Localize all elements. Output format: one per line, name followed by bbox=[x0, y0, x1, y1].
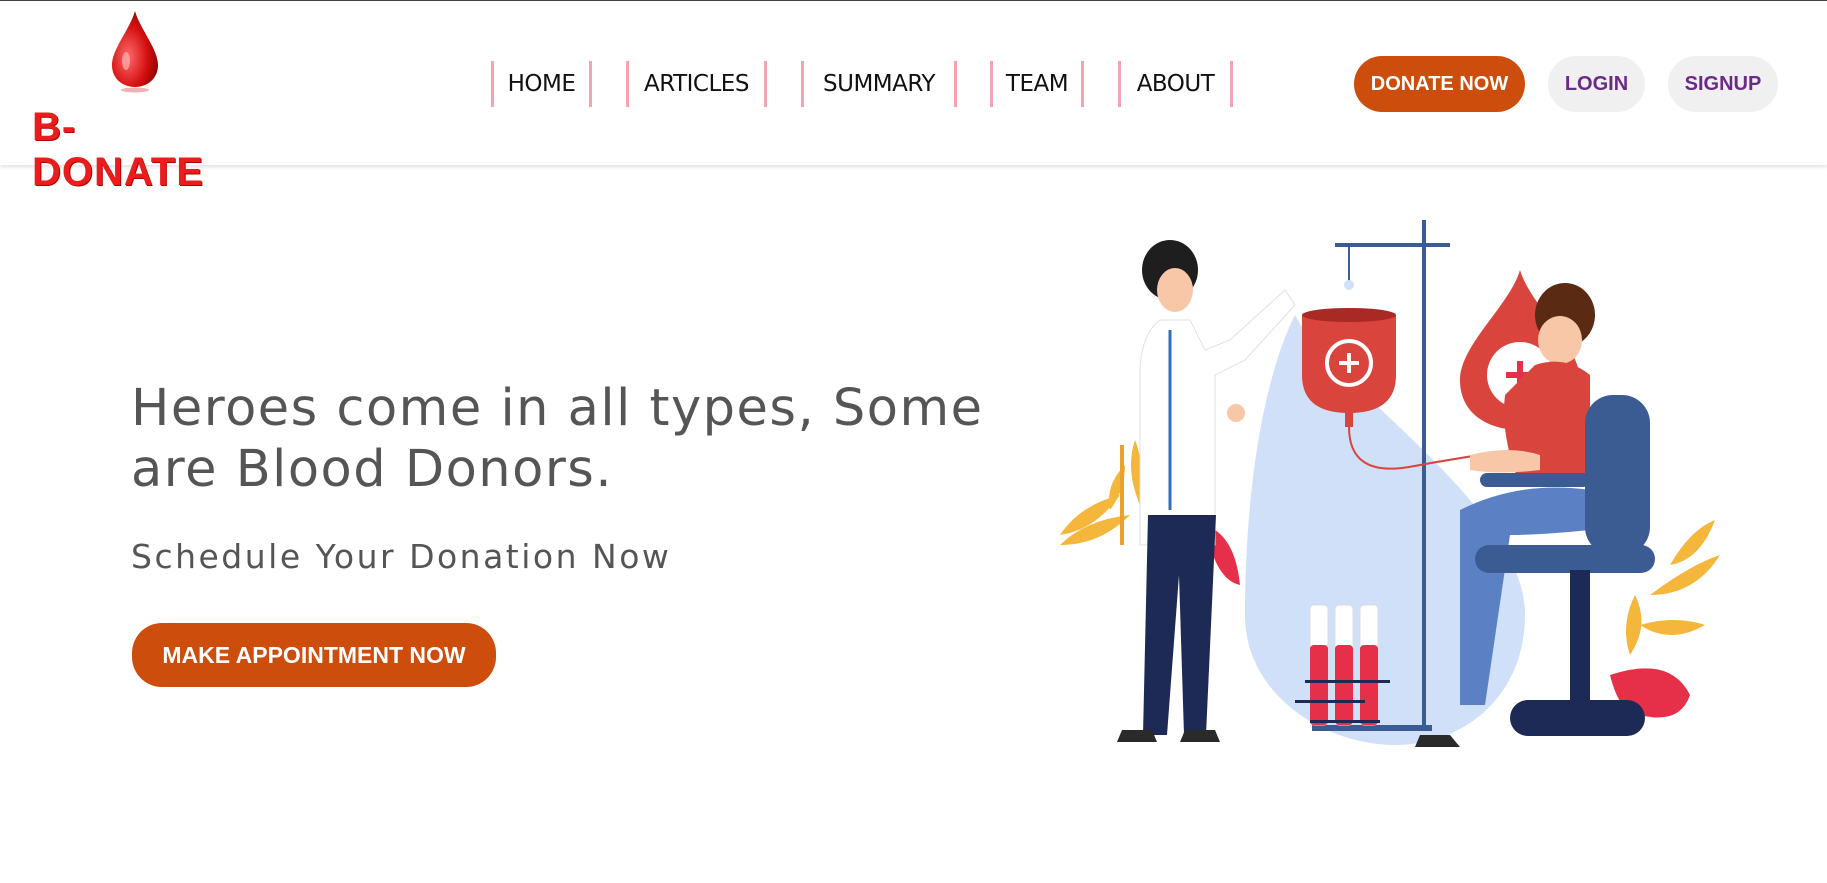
brand-name: B-DONATE bbox=[32, 105, 204, 194]
donate-now-button[interactable]: DONATE NOW bbox=[1354, 56, 1525, 112]
hero-heading-line2: are Blood Donors. bbox=[131, 440, 614, 499]
hero-subheading: Schedule Your Donation Now bbox=[131, 537, 672, 576]
leaves-left bbox=[1060, 440, 1142, 545]
make-appointment-button[interactable]: MAKE APPOINTMENT NOW bbox=[132, 623, 496, 687]
signup-button[interactable]: SIGNUP bbox=[1668, 56, 1778, 112]
nav-item-about[interactable]: ABOUT bbox=[1118, 61, 1233, 107]
hero-heading-line1: Heroes come in all types, Some bbox=[131, 379, 984, 438]
nav-item-team[interactable]: TEAM bbox=[990, 61, 1084, 107]
blood-donation-illustration bbox=[1060, 220, 1720, 747]
hero-heading: Heroes come in all types, Some are Blood… bbox=[131, 378, 1031, 500]
login-button[interactable]: LOGIN bbox=[1548, 56, 1645, 112]
nav-item-summary[interactable]: SUMMARY bbox=[801, 61, 957, 107]
blood-drop-icon bbox=[112, 11, 158, 93]
nav-item-articles[interactable]: ARTICLES bbox=[626, 61, 767, 107]
nav-item-home[interactable]: HOME bbox=[491, 61, 592, 107]
site-header: B-DONATE HOME ARTICLES SUMMARY TEAM ABOU… bbox=[0, 1, 1827, 194]
brand-logo[interactable]: B-DONATE bbox=[28, 9, 238, 194]
